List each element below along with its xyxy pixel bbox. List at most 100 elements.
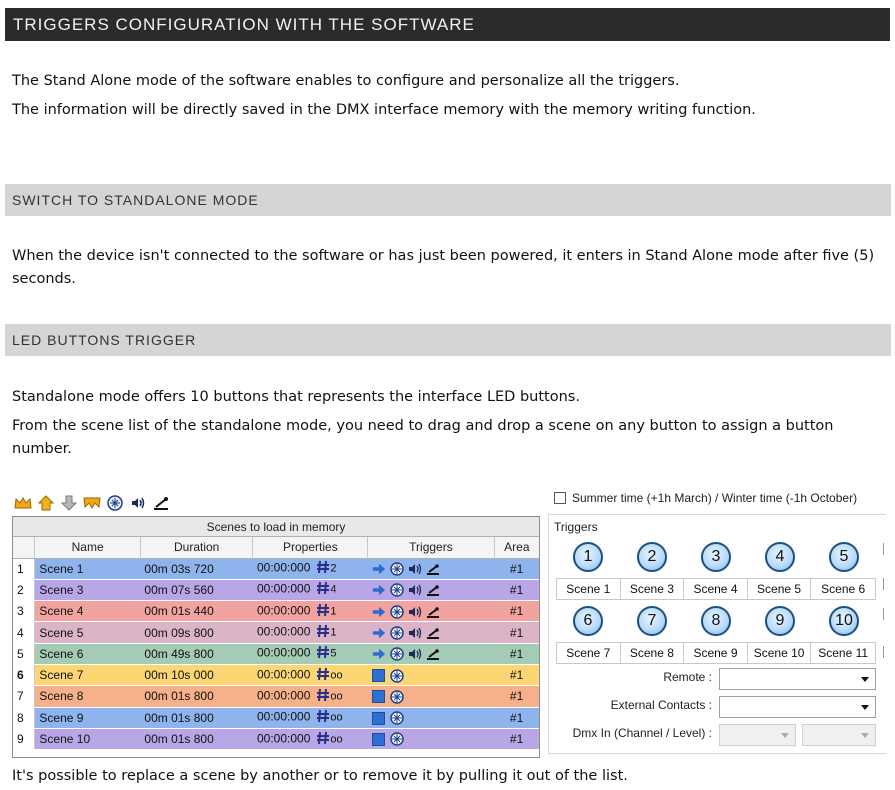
scene-properties-cell[interactable]: 00:00:000 oo [252, 707, 368, 729]
scene-table-row[interactable]: 1 Scene 1 00m 03s 720 00:00:000 2 #1 [13, 558, 539, 580]
scene-triggers-cell[interactable] [367, 643, 495, 665]
switch-paragraph: When the device isn't connected to the s… [12, 248, 875, 287]
scene-triggers-cell[interactable] [367, 621, 495, 644]
standalone-settings-panel: Summer time (+1h March) / Winter time (-… [546, 488, 895, 758]
scene-properties-cell[interactable]: 00:00:000 1 [252, 621, 368, 644]
scene-table-row[interactable]: 8 Scene 9 00m 01s 800 00:00:000 oo #1 [13, 707, 539, 729]
scene-table-row[interactable]: 2 Scene 3 00m 07s 560 00:00:000 4 #1 [13, 579, 539, 602]
properties-column-header[interactable]: Properties [252, 537, 369, 559]
scene-duration-cell[interactable]: 00m 49s 800 [140, 643, 253, 665]
scene-triggers-cell[interactable] [367, 600, 495, 623]
scene-properties-cell[interactable]: 00:00:000 oo [252, 728, 368, 751]
scene-area-cell[interactable]: #1 [494, 621, 539, 644]
scene-properties-cell[interactable]: 00:00:000 4 [252, 579, 368, 602]
led-button-scene-label[interactable]: Scene 7 [557, 643, 621, 663]
external-contacts-dropdown[interactable] [719, 696, 876, 718]
scene-hash-value: oo [330, 669, 343, 682]
summer-time-option[interactable]: Summer time (+1h March) / Winter time (-… [554, 491, 857, 505]
scene-area-cell[interactable]: #1 [494, 664, 539, 687]
led-button-1[interactable]: 1 [573, 542, 603, 572]
scene-name-cell[interactable]: Scene 1 [34, 558, 141, 580]
scene-name-cell[interactable]: Scene 5 [34, 621, 141, 644]
led-button-8[interactable]: 8 [701, 606, 731, 636]
scene-table-row[interactable]: 3 Scene 4 00m 01s 440 00:00:000 1 #1 [13, 600, 539, 623]
scene-triggers-cell[interactable] [367, 664, 495, 687]
dmx-level-dropdown[interactable] [802, 724, 876, 746]
scene-triggers-cell[interactable] [367, 579, 495, 602]
scene-duration-cell[interactable]: 00m 10s 000 [140, 664, 253, 687]
scene-area-cell[interactable]: #1 [494, 643, 539, 665]
led-button-scene-label[interactable]: Scene 8 [621, 643, 685, 663]
led-button-scene-label[interactable]: Scene 10 [748, 643, 812, 663]
scene-duration-cell[interactable]: 00m 03s 720 [140, 558, 253, 580]
scene-triggers-cell[interactable] [367, 558, 495, 580]
scene-area-cell[interactable]: #1 [494, 558, 539, 580]
scene-name-cell[interactable]: Scene 8 [34, 685, 141, 708]
dmx-channel-dropdown[interactable] [719, 724, 796, 746]
scene-area-cell[interactable]: #1 [494, 600, 539, 623]
remote-icon[interactable] [106, 494, 124, 512]
scene-properties-cell[interactable]: 00:00:000 1 [252, 600, 368, 623]
scene-properties-cell[interactable]: 00:00:000 oo [252, 664, 368, 687]
scene-name-cell[interactable]: Scene 3 [34, 579, 141, 602]
scene-duration-cell[interactable]: 00m 01s 440 [140, 600, 253, 623]
scene-table-row[interactable]: 7 Scene 8 00m 01s 800 00:00:000 oo #1 [13, 685, 539, 708]
contacts-icon[interactable] [152, 494, 170, 512]
remote-trigger-icon [389, 711, 404, 725]
scene-area-cell[interactable]: #1 [494, 728, 539, 751]
led-button-scene-label[interactable]: Scene 11 [811, 643, 875, 663]
led-button-6[interactable]: 6 [573, 606, 603, 636]
led-button-scene-label[interactable]: Scene 5 [748, 579, 812, 599]
scene-duration-cell[interactable]: 00m 01s 800 [140, 685, 253, 708]
home-icon[interactable] [37, 494, 55, 512]
scene-name-cell[interactable]: Scene 7 [34, 664, 141, 687]
scene-area-cell[interactable]: #1 [494, 685, 539, 708]
led-button-4[interactable]: 4 [765, 542, 795, 572]
led-button-scene-label[interactable]: Scene 1 [557, 579, 621, 599]
scene-name-cell[interactable]: Scene 6 [34, 643, 141, 665]
led-button-7[interactable]: 7 [637, 606, 667, 636]
scene-name-cell[interactable]: Scene 4 [34, 600, 141, 623]
scene-name-cell[interactable]: Scene 9 [34, 707, 141, 729]
dmx-in-label: Dmx In (Channel / Level) : [572, 726, 712, 740]
led-button-5[interactable]: 5 [829, 542, 859, 572]
section-heading-led-buttons: LED BUTTONS TRIGGER [5, 324, 891, 356]
crown-icon[interactable] [14, 494, 32, 512]
remote-dropdown[interactable] [719, 668, 876, 690]
scene-table-row[interactable]: 5 Scene 6 00m 49s 800 00:00:000 5 #1 [13, 643, 539, 665]
scene-properties-cell[interactable]: 00:00:000 5 [252, 643, 368, 665]
led-button-scene-label[interactable]: Scene 3 [621, 579, 685, 599]
remote-label: Remote : [663, 670, 712, 684]
scene-duration-cell[interactable]: 00m 09s 800 [140, 621, 253, 644]
duration-column-header[interactable]: Duration [140, 537, 254, 559]
led-button-scene-label[interactable]: Scene 4 [684, 579, 748, 599]
led-button-2[interactable]: 2 [637, 542, 667, 572]
scene-name-cell[interactable]: Scene 10 [34, 728, 141, 751]
scene-area-cell[interactable]: #1 [494, 707, 539, 729]
led-button-scene-label[interactable]: Scene 6 [811, 579, 875, 599]
led-button-10[interactable]: 10 [829, 606, 859, 636]
scene-triggers-cell[interactable] [367, 728, 495, 751]
scene-duration-cell[interactable]: 00m 07s 560 [140, 579, 253, 602]
triggers-column-header[interactable]: Triggers [367, 537, 495, 559]
scene-duration-cell[interactable]: 00m 01s 800 [140, 707, 253, 729]
crown-down-icon[interactable] [83, 494, 101, 512]
led-button-9[interactable]: 9 [765, 606, 795, 636]
scene-triggers-cell[interactable] [367, 707, 495, 729]
arrow-down-icon[interactable] [60, 494, 78, 512]
scene-table-row[interactable]: 9 Scene 10 00m 01s 800 00:00:000 oo #1 [13, 728, 539, 751]
name-column-header[interactable]: Name [34, 537, 141, 559]
scene-area-cell[interactable]: #1 [494, 579, 539, 602]
summer-time-checkbox[interactable] [554, 492, 566, 504]
scene-table-row[interactable]: 4 Scene 5 00m 09s 800 00:00:000 1 #1 [13, 621, 539, 644]
scene-hash-value: 1 [330, 626, 337, 639]
area-column-header[interactable]: Area [494, 537, 539, 559]
sound-icon[interactable] [129, 494, 147, 512]
scene-properties-cell[interactable]: 00:00:000 oo [252, 685, 368, 708]
led-button-3[interactable]: 3 [701, 542, 731, 572]
scene-table-row[interactable]: 6 Scene 7 00m 10s 000 00:00:000 oo #1 [13, 664, 539, 687]
scene-properties-cell[interactable]: 00:00:000 2 [252, 558, 368, 580]
led-button-scene-label[interactable]: Scene 9 [684, 643, 748, 663]
scene-triggers-cell[interactable] [367, 685, 495, 708]
scene-duration-cell[interactable]: 00m 01s 800 [140, 728, 253, 751]
